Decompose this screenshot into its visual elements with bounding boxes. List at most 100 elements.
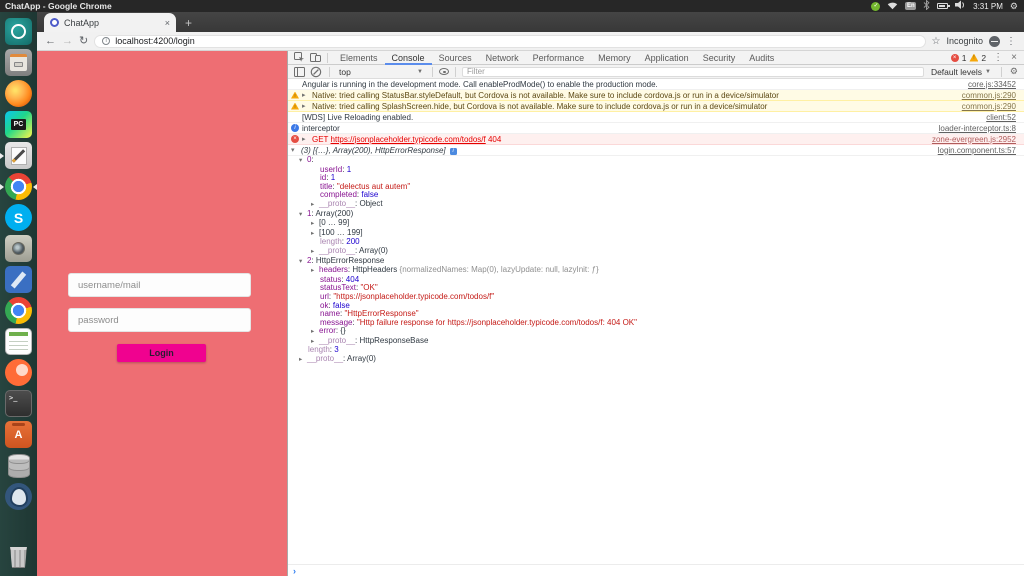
- login-button[interactable]: Login: [117, 344, 206, 362]
- devtools-tab-memory[interactable]: Memory: [591, 51, 638, 65]
- url-text[interactable]: localhost:4200/login: [115, 36, 195, 46]
- tree-token: completed: [320, 191, 357, 199]
- launcher-item-ubuntu[interactable]: [0, 16, 37, 47]
- launcher-item-pycharm[interactable]: [0, 109, 37, 140]
- launcher-item-postman[interactable]: [0, 357, 37, 388]
- console-prompt[interactable]: ›: [288, 564, 1024, 576]
- warning-badge-icon[interactable]: !: [969, 54, 978, 62]
- username-input[interactable]: [68, 273, 251, 297]
- tree-expand-arrow-icon[interactable]: ▸: [311, 338, 319, 347]
- tree-token: "delectus aut autem": [337, 183, 410, 191]
- tree-expand-arrow-icon[interactable]: ▸: [299, 356, 307, 365]
- launcher-item-vscode[interactable]: [0, 264, 37, 295]
- devtools-tab-elements[interactable]: Elements: [333, 51, 385, 65]
- tree-expand-arrow-icon[interactable]: ▸: [311, 267, 319, 276]
- session-gear-icon[interactable]: ⚙: [1010, 2, 1018, 11]
- volume-icon[interactable]: [955, 0, 966, 15]
- clear-console-icon[interactable]: ⊘: [309, 66, 323, 78]
- launcher-item-gedit[interactable]: [0, 140, 37, 171]
- console-tree-line: length: 200: [288, 238, 1024, 247]
- inspect-element-icon[interactable]: [292, 52, 306, 64]
- password-input[interactable]: [68, 308, 251, 332]
- bookmark-star-icon[interactable]: ☆: [932, 36, 941, 47]
- devtools-tab-performance[interactable]: Performance: [526, 51, 592, 65]
- console-filter-input[interactable]: [462, 67, 924, 77]
- chrome-menu-icon[interactable]: ⋮: [1006, 36, 1016, 47]
- launcher-item-calc[interactable]: [0, 326, 37, 357]
- message-segment: GET: [312, 135, 331, 144]
- tab-close-icon[interactable]: ×: [165, 18, 170, 28]
- console-tree-line: url: "https://jsonplaceholder.typicode.c…: [288, 293, 1024, 302]
- message-segment[interactable]: https://jsonplaceholder.typicode.com/tod…: [331, 135, 486, 144]
- tree-expand-arrow-icon[interactable]: ▸: [311, 248, 319, 257]
- launcher-item-terminal[interactable]: >_: [0, 388, 37, 419]
- tree-token: headers: [319, 266, 348, 274]
- launcher-item-postgresql[interactable]: [0, 481, 37, 512]
- tree-expand-arrow-icon[interactable]: ▾: [299, 211, 307, 220]
- forward-button[interactable]: →: [62, 33, 73, 49]
- source-link[interactable]: common.js:290: [962, 91, 1016, 100]
- devtools-tab-security[interactable]: Security: [696, 51, 743, 65]
- source-link[interactable]: core.js:33452: [968, 80, 1016, 89]
- message-segment: [WDS] Live Reloading enabled.: [302, 113, 413, 122]
- launcher-item-screenshot[interactable]: [0, 233, 37, 264]
- new-tab-button[interactable]: +: [185, 14, 192, 32]
- devtools-close-icon[interactable]: ×: [1008, 52, 1020, 63]
- launcher-item-skype[interactable]: S: [0, 202, 37, 233]
- expand-arrow-icon[interactable]: ▾: [291, 146, 298, 154]
- devtools-tab-console[interactable]: Console: [385, 51, 432, 65]
- tree-token: 1: [331, 174, 335, 182]
- source-link[interactable]: common.js:290: [962, 102, 1016, 111]
- launcher-item-chromium[interactable]: [0, 295, 37, 326]
- devtools-menu-icon[interactable]: ⋮: [990, 52, 1006, 63]
- address-bar[interactable]: i localhost:4200/login: [94, 35, 925, 48]
- back-button[interactable]: ←: [45, 33, 56, 49]
- tree-token: 404: [346, 276, 359, 284]
- devtools-tab-audits[interactable]: Audits: [742, 51, 781, 65]
- error-badge-icon[interactable]: ×: [951, 54, 959, 62]
- tree-expand-arrow-icon[interactable]: ▸: [311, 220, 319, 229]
- source-link[interactable]: loader-interceptor.ts:8: [939, 124, 1016, 133]
- tree-expand-arrow-icon[interactable]: ▸: [311, 230, 319, 239]
- expand-arrow-icon[interactable]: ▸: [302, 91, 309, 99]
- launcher-item-firefox[interactable]: [0, 78, 37, 109]
- expand-arrow-icon[interactable]: ▸: [302, 135, 309, 143]
- console-sidebar-icon[interactable]: [292, 66, 306, 78]
- tree-expand-arrow-icon[interactable]: ▾: [299, 258, 307, 267]
- tree-expand-arrow-icon[interactable]: ▸: [311, 328, 319, 337]
- console-row-result: ▾(3) [{…}, Array(200), HttpErrorResponse…: [288, 145, 1024, 156]
- launcher-item-files[interactable]: [0, 47, 37, 78]
- log-levels-selector[interactable]: Default levels ▼: [927, 67, 995, 77]
- battery-icon[interactable]: [937, 3, 948, 9]
- devtools-tab-network[interactable]: Network: [479, 51, 526, 65]
- update-status-icon[interactable]: ✓: [871, 2, 880, 11]
- source-link[interactable]: zone-evergreen.js:2952: [932, 135, 1016, 144]
- browser-tab[interactable]: ChatApp ×: [44, 13, 176, 32]
- console-settings-gear-icon[interactable]: ⚙: [1008, 66, 1020, 77]
- launcher-item-trash[interactable]: [0, 542, 37, 573]
- bluetooth-icon[interactable]: [923, 0, 930, 15]
- tree-token: "Http failure response for https://jsonp…: [357, 319, 637, 327]
- console-row-log: Angular is running in the development mo…: [288, 79, 1024, 90]
- tree-token: {}: [340, 327, 345, 335]
- running-indicator-icon: [0, 153, 4, 159]
- clock[interactable]: 3:31 PM: [973, 2, 1003, 11]
- source-link[interactable]: login.component.ts:57: [938, 146, 1016, 155]
- launcher-item-anaconda[interactable]: A: [0, 419, 37, 450]
- tree-expand-arrow-icon[interactable]: ▾: [299, 157, 307, 166]
- wifi-icon[interactable]: [887, 0, 898, 15]
- keyboard-layout-indicator[interactable]: En: [905, 2, 916, 10]
- refresh-button[interactable]: ↻: [79, 33, 88, 49]
- launcher-item-database[interactable]: [0, 450, 37, 481]
- expand-arrow-icon[interactable]: ▸: [302, 102, 309, 110]
- tree-token: name: [320, 310, 340, 318]
- site-info-icon[interactable]: i: [102, 37, 110, 45]
- devtools-tab-sources[interactable]: Sources: [432, 51, 479, 65]
- source-link[interactable]: client:52: [986, 113, 1016, 122]
- console-message: Native: tried calling SplashScreen.hide,…: [312, 102, 959, 111]
- console-context-selector[interactable]: top ▼: [336, 67, 426, 77]
- live-expression-eye-icon[interactable]: [439, 68, 449, 75]
- launcher-item-chrome[interactable]: [0, 171, 37, 202]
- tree-expand-arrow-icon[interactable]: ▸: [311, 201, 319, 210]
- devtools-tab-application[interactable]: Application: [638, 51, 696, 65]
